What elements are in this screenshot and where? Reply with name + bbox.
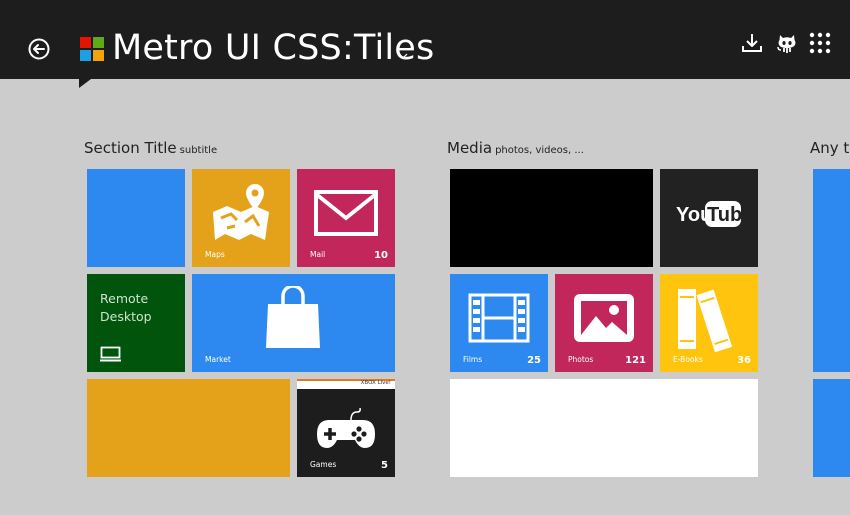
- tile-youtube[interactable]: You Tube: [660, 169, 758, 267]
- section-subtitle: subtitle: [179, 145, 218, 156]
- windows-logo-icon: [80, 37, 104, 61]
- tile-text: Remote Desktop: [100, 291, 152, 324]
- tile-label: E-Books: [673, 355, 703, 364]
- section-title-text: Media: [447, 139, 493, 157]
- tile-ebooks[interactable]: E-Books 36: [660, 274, 758, 372]
- tile-label: Maps: [205, 250, 225, 259]
- tile-photos[interactable]: Photos 121: [555, 274, 653, 372]
- tile-partial-blue[interactable]: [813, 379, 850, 477]
- app-header: Metro UI CSS:Tiles: [0, 0, 850, 79]
- tile-blank-white[interactable]: [450, 379, 758, 477]
- books-icon: [678, 289, 733, 352]
- tile-blank-orange[interactable]: [87, 379, 290, 477]
- tile-label: Photos: [568, 355, 594, 364]
- tile-market[interactable]: Market: [192, 274, 395, 372]
- tile-partial-blue[interactable]: [813, 169, 850, 372]
- header-notch: [79, 79, 91, 88]
- tile-maps[interactable]: Maps: [192, 169, 290, 267]
- tile-films[interactable]: Films 25: [450, 274, 548, 372]
- back-arrow-icon[interactable]: [26, 36, 52, 62]
- tile-remote-desktop[interactable]: Remote Desktop: [87, 274, 185, 372]
- apps-grid-icon[interactable]: [808, 31, 832, 55]
- gamepad-icon: [317, 407, 375, 448]
- tile-label: Games: [310, 460, 337, 469]
- film-strip-icon: [468, 293, 530, 343]
- tile-games[interactable]: XBOX Live! Games 5: [297, 379, 395, 477]
- tile-label: Mail: [310, 250, 326, 259]
- section-subtitle: photos, videos, ...: [495, 145, 584, 156]
- monitor-icon: [100, 346, 121, 362]
- picture-icon: [574, 294, 634, 342]
- youtube-logo-right: Tube: [707, 204, 743, 226]
- tile-mail[interactable]: Mail 10: [297, 169, 395, 267]
- github-octocat-icon[interactable]: [775, 31, 799, 55]
- section-title-text: Any t: [810, 139, 850, 157]
- youtube-logo-icon: You Tube: [676, 201, 743, 227]
- xbox-live-text: XBOX Live!: [360, 380, 391, 386]
- shopping-bag-icon: [266, 286, 320, 348]
- page-title[interactable]: Metro UI CSS:Tiles: [112, 28, 434, 68]
- section-title: Section Title subtitle: [84, 139, 217, 157]
- tile-badge: 5: [381, 460, 388, 471]
- section-title: Media photos, videos, ...: [447, 139, 584, 157]
- tile-label: Market: [205, 355, 231, 364]
- download-icon[interactable]: [740, 31, 764, 55]
- tile-badge: 36: [737, 355, 751, 366]
- tile-label: Films: [463, 355, 483, 364]
- tile-badge: 25: [527, 355, 541, 366]
- envelope-icon: [314, 190, 378, 236]
- tile-blank-blue[interactable]: [87, 169, 185, 267]
- tile-video[interactable]: [450, 169, 653, 267]
- tile-badge: 121: [625, 355, 646, 366]
- xbox-live-strip: XBOX Live!: [297, 379, 395, 389]
- section-title: Any t: [810, 139, 849, 157]
- section-title-text: Section Title: [84, 139, 177, 157]
- tile-badge: 10: [374, 250, 388, 261]
- map-pin-icon: [213, 184, 269, 240]
- chevron-down-icon[interactable]: [398, 52, 408, 60]
